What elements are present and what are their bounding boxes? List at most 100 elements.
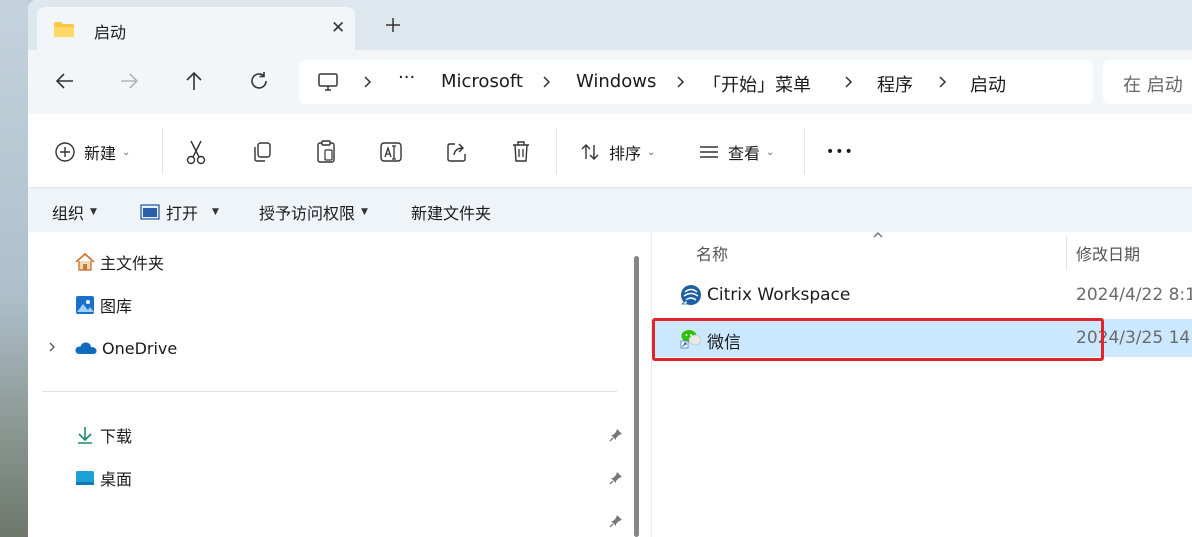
up-arrow-icon[interactable] xyxy=(183,70,205,92)
command-bar: 新建 ⌄ 排序 ⌄ 查看 ⌄ ••• xyxy=(28,114,1192,188)
breadcrumb-startup[interactable]: 启动 xyxy=(970,71,1006,97)
file-name: 微信 xyxy=(707,333,741,353)
toolbar-divider xyxy=(556,128,557,174)
view-button[interactable]: 查看 ⌄ xyxy=(698,138,774,166)
nav-label-home: 主文件夹 xyxy=(100,254,165,273)
chevron-right-icon xyxy=(939,76,947,88)
this-pc-monitor-icon[interactable] xyxy=(317,72,339,92)
desktop-icon xyxy=(76,471,94,485)
chevron-right-icon xyxy=(677,76,685,88)
navigation-pane: 主文件夹 图库 OneDrive 下载 桌面 xyxy=(28,232,642,537)
secondary-toolbar: 组织 ▼ 打开 ▼ 授予访问权限 ▼ 新建文件夹 xyxy=(28,188,1192,232)
grant-access-label: 授予访问权限 xyxy=(259,204,356,223)
paste-clipboard-icon[interactable] xyxy=(315,138,337,166)
organize-label: 组织 xyxy=(52,204,85,223)
nav-item-gallery[interactable]: 图库 xyxy=(74,291,132,319)
nav-label-onedrive: OneDrive xyxy=(102,338,178,358)
nav-scrollbar-thumb[interactable] xyxy=(634,256,639,537)
address-bar[interactable]: ··· Microsoft Windows 「开始」菜单 程序 启动 xyxy=(299,60,1093,104)
new-tab-plus-icon[interactable] xyxy=(383,15,403,35)
home-icon xyxy=(75,252,95,271)
citrix-icon xyxy=(680,285,701,305)
tab-title: 启动 xyxy=(94,23,127,42)
nav-item-downloads[interactable]: 下载 xyxy=(74,421,132,449)
pin-icon[interactable] xyxy=(608,513,624,529)
open-menu[interactable]: 打开 ▼ xyxy=(140,200,219,224)
file-name: Citrix Workspace xyxy=(707,285,851,305)
chevron-down-icon: ⌄ xyxy=(766,146,775,158)
expand-chevron-icon[interactable] xyxy=(46,341,58,353)
sort-ascending-chevron-icon xyxy=(873,232,883,238)
download-icon xyxy=(78,427,92,444)
nav-label-downloads: 下载 xyxy=(100,427,133,446)
tab-strip: 启动 ✕ xyxy=(28,0,1192,50)
file-row-citrix[interactable]: Citrix Workspace 2024/4/22 8:10 xyxy=(652,276,1192,314)
grant-access-menu[interactable]: 授予访问权限 ▼ xyxy=(259,200,368,224)
open-window-icon xyxy=(140,204,160,220)
file-row-wechat[interactable]: 微信 2024/3/25 14:0 xyxy=(652,319,1192,357)
sort-button[interactable]: 排序 ⌄ xyxy=(579,138,655,166)
copy-icon[interactable] xyxy=(251,138,273,166)
back-arrow-icon[interactable] xyxy=(54,70,76,92)
cut-scissors-icon[interactable] xyxy=(185,138,207,166)
new-label: 新建 xyxy=(84,144,117,163)
chevron-down-icon: ⌄ xyxy=(122,146,131,158)
nav-label-gallery: 图库 xyxy=(100,297,133,316)
file-date: 2024/4/22 8:10 xyxy=(1076,285,1192,305)
folder-icon xyxy=(54,22,74,37)
breadcrumb-windows[interactable]: Windows xyxy=(576,71,656,92)
toolbar-divider xyxy=(162,128,163,174)
chevron-right-icon xyxy=(364,76,372,88)
file-list: 名称 修改日期 Citrix Workspace 2024/4/22 8:10 … xyxy=(652,232,1192,537)
nav-label-desktop: 桌面 xyxy=(100,470,133,489)
pin-icon[interactable] xyxy=(608,470,624,486)
desktop-background xyxy=(0,0,28,537)
nav-item-onedrive[interactable]: OneDrive xyxy=(74,334,177,362)
toolbar-divider xyxy=(804,128,805,174)
nav-divider xyxy=(42,391,617,392)
breadcrumb-overflow[interactable]: ··· xyxy=(398,67,415,88)
open-label: 打开 xyxy=(166,204,199,223)
organize-menu[interactable]: 组织 ▼ xyxy=(52,200,97,224)
file-date: 2024/3/25 14:0 xyxy=(1076,328,1192,348)
onedrive-cloud-icon xyxy=(75,342,97,354)
new-plus-circle-icon xyxy=(55,142,75,162)
refresh-icon[interactable] xyxy=(248,70,270,92)
more-options-icon[interactable]: ••• xyxy=(826,138,854,166)
breadcrumb-microsoft[interactable]: Microsoft xyxy=(441,71,523,92)
forward-arrow-icon[interactable] xyxy=(118,70,140,92)
chevron-down-icon: ⌄ xyxy=(647,146,656,158)
navigation-bar: ··· Microsoft Windows 「开始」菜单 程序 启动 在 启动 xyxy=(28,50,1192,114)
search-box[interactable]: 在 启动 xyxy=(1103,60,1192,104)
dropdown-triangle-icon: ▼ xyxy=(361,207,368,217)
breadcrumb-start-menu[interactable]: 「开始」菜单 xyxy=(703,71,811,97)
view-label: 查看 xyxy=(728,144,761,163)
column-divider[interactable] xyxy=(1066,236,1067,270)
new-folder-label: 新建文件夹 xyxy=(411,204,492,223)
close-tab-icon[interactable]: ✕ xyxy=(331,18,345,38)
gallery-icon xyxy=(76,296,94,314)
new-folder-button[interactable]: 新建文件夹 xyxy=(411,200,491,224)
chevron-right-icon xyxy=(543,76,551,88)
delete-trash-icon[interactable] xyxy=(510,138,532,166)
column-header-name[interactable]: 名称 xyxy=(696,241,728,265)
dropdown-triangle-icon: ▼ xyxy=(90,207,97,217)
tab-startup[interactable]: 启动 ✕ xyxy=(37,7,355,50)
nav-item-home[interactable]: 主文件夹 xyxy=(74,248,164,276)
new-button[interactable]: 新建 ⌄ xyxy=(54,138,130,166)
sort-label: 排序 xyxy=(609,144,642,163)
share-icon[interactable] xyxy=(445,138,469,166)
file-explorer-window: 启动 ✕ ··· Microsoft Windows 「开始」菜单 程序 启动 … xyxy=(28,0,1192,537)
breadcrumb-programs[interactable]: 程序 xyxy=(877,71,913,97)
pane-splitter[interactable] xyxy=(642,232,652,537)
column-header-modified[interactable]: 修改日期 xyxy=(1076,241,1140,265)
rename-icon[interactable] xyxy=(379,138,403,166)
sort-arrows-icon xyxy=(581,144,599,160)
wechat-shortcut-icon xyxy=(680,330,702,349)
chevron-right-icon xyxy=(845,76,853,88)
search-placeholder: 在 启动 xyxy=(1123,75,1183,96)
pin-icon[interactable] xyxy=(608,427,624,443)
dropdown-triangle-icon: ▼ xyxy=(212,207,219,217)
view-list-icon xyxy=(700,146,718,158)
nav-item-desktop[interactable]: 桌面 xyxy=(74,464,132,492)
